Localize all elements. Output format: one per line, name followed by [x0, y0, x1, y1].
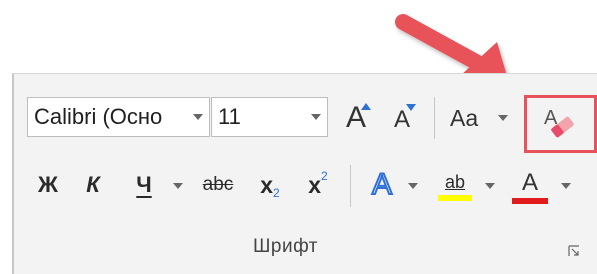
font-color-button[interactable]: A: [508, 164, 552, 208]
dialog-launcher-icon[interactable]: [568, 245, 580, 257]
superscript-label: x: [308, 171, 322, 198]
subscript-mark: 2: [273, 186, 280, 200]
shrink-font-button[interactable]: A: [385, 104, 419, 136]
font-name-dropdown-arrow[interactable]: [187, 98, 209, 136]
grow-font-button[interactable]: A: [338, 100, 374, 136]
strikethrough-button[interactable]: abc: [196, 168, 240, 202]
italic-button[interactable]: К: [76, 168, 110, 202]
text-effects-button[interactable]: A: [362, 166, 402, 204]
highlight-color-button[interactable]: ab: [432, 164, 478, 208]
font-size-combobox[interactable]: 11: [211, 97, 328, 137]
font-name-value: Calibri (Осно: [34, 104, 163, 129]
font-color-label: A: [521, 168, 538, 196]
separator: [350, 165, 351, 207]
highlight-dropdown-arrow[interactable]: [485, 181, 495, 191]
font-group-label: Шрифт: [253, 236, 319, 257]
grow-arrow-icon: [361, 103, 371, 110]
highlight-color-swatch: [438, 194, 472, 201]
change-case-button[interactable]: Aa: [450, 100, 516, 136]
underline-button[interactable]: Ч: [124, 168, 164, 202]
subscript-button[interactable]: x 2: [250, 168, 290, 202]
strikethrough-label: abc: [202, 174, 234, 195]
underline-label: Ч: [136, 172, 152, 197]
bold-label: Ж: [38, 172, 58, 197]
change-case-label: Aa: [450, 104, 479, 131]
callout-highlight-box: [524, 95, 597, 153]
change-case-dropdown-arrow[interactable]: [498, 113, 508, 123]
shrink-arrow-icon: [406, 104, 416, 111]
font-size-value: 11: [218, 104, 241, 129]
subscript-label: x: [260, 171, 274, 198]
bold-button[interactable]: Ж: [30, 168, 66, 202]
font-size-dropdown-arrow[interactable]: [305, 98, 327, 136]
separator: [434, 97, 435, 139]
text-effects-label: A: [371, 167, 393, 202]
font-color-swatch: [512, 197, 548, 204]
highlight-label: ab: [444, 171, 466, 192]
superscript-button[interactable]: x 2: [298, 168, 338, 202]
text-effects-dropdown-arrow[interactable]: [408, 181, 418, 191]
italic-label: К: [86, 172, 100, 197]
font-color-dropdown-arrow[interactable]: [561, 181, 571, 191]
superscript-mark: 2: [321, 169, 328, 183]
underline-dropdown-arrow[interactable]: [173, 181, 183, 191]
font-name-combobox[interactable]: Calibri (Осно: [27, 97, 210, 137]
